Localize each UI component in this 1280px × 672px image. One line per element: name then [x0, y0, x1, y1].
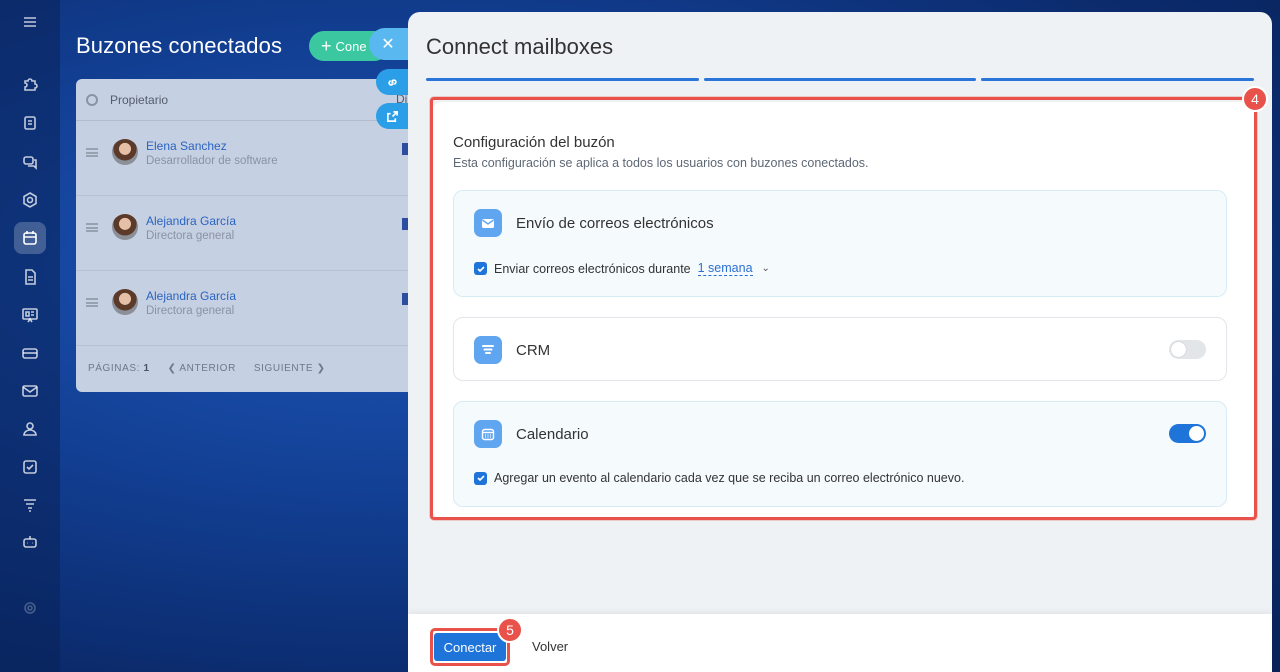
table-row[interactable]: Alejandra García Directora general [76, 196, 416, 271]
avatar [112, 139, 138, 165]
step-badge-4: 4 [1242, 86, 1268, 112]
connect-button[interactable]: Conectar [434, 633, 506, 661]
copy-link-button[interactable] [376, 69, 408, 95]
pagination: PÁGINAS: 1 ❮ ANTERIOR SIGUIENTE ❯ [88, 363, 326, 374]
table-header: Propietario [76, 79, 416, 121]
owner-name[interactable]: Elena Sanchez [146, 139, 227, 153]
owner-name[interactable]: Alejandra García [146, 289, 236, 303]
hexagon-icon[interactable] [14, 184, 46, 216]
checkbox-icon[interactable] [14, 451, 46, 483]
mailbox-table: Propietario Elena Sanchez Desarrollador … [76, 79, 416, 392]
table-row[interactable]: Alejandra García Directora general [76, 271, 416, 346]
slider-title: Connect mailboxes [426, 34, 614, 59]
step-badge-5: 5 [497, 617, 523, 643]
drag-handle-icon[interactable] [86, 298, 98, 307]
settings-icon[interactable] [14, 592, 46, 624]
owner-role: Directora general [146, 305, 235, 317]
chat-icon[interactable] [14, 146, 46, 178]
board-icon[interactable] [14, 299, 46, 331]
connect-mailbox-label: Cone [335, 38, 367, 54]
pages-value: 1 [143, 363, 150, 374]
calendar-icon[interactable] [14, 222, 46, 254]
avatar [112, 214, 138, 240]
page-title: Buzones conectados [76, 33, 283, 58]
drag-handle-icon[interactable] [86, 223, 98, 232]
owner-name[interactable]: Alejandra García [146, 214, 236, 228]
owner-column-header: Propietario [110, 92, 169, 107]
external-link-icon [386, 110, 398, 122]
link-icon [387, 78, 397, 86]
close-slider-button[interactable]: ✕ [369, 28, 411, 60]
config-highlight [430, 97, 1257, 520]
close-icon: ✕ [381, 36, 395, 53]
owner-role: Directora general [146, 230, 235, 242]
mail-icon[interactable] [14, 375, 46, 407]
file-icon[interactable] [14, 261, 46, 293]
step-indicator [426, 78, 699, 81]
step-indicator [981, 78, 1255, 81]
back-button[interactable]: Volver [532, 639, 568, 654]
pages-label: PÁGINAS: 1 [88, 363, 150, 374]
gear-icon[interactable] [86, 93, 98, 106]
slider-footer: Conectar Volver [408, 614, 1272, 672]
step-progress [426, 78, 1255, 81]
next-page-link[interactable]: SIGUIENTE ❯ [254, 363, 326, 374]
bot-icon[interactable] [14, 526, 46, 558]
plus-icon: + [321, 36, 332, 56]
drag-handle-icon[interactable] [86, 148, 98, 157]
open-new-window-button[interactable] [376, 103, 408, 129]
card-icon[interactable] [14, 337, 46, 369]
prev-page-link[interactable]: ❮ ANTERIOR [168, 363, 236, 374]
owner-role: Desarrollador de software [146, 155, 278, 167]
left-sidebar [0, 0, 60, 672]
menu-icon[interactable] [14, 6, 46, 38]
step-indicator [703, 78, 977, 81]
document-icon[interactable] [14, 107, 46, 139]
filter-icon[interactable] [14, 489, 46, 521]
puzzle-icon[interactable] [14, 68, 46, 100]
table-row[interactable]: Elena Sanchez Desarrollador de software [76, 121, 416, 196]
users-icon[interactable] [14, 413, 46, 445]
avatar [112, 289, 138, 315]
